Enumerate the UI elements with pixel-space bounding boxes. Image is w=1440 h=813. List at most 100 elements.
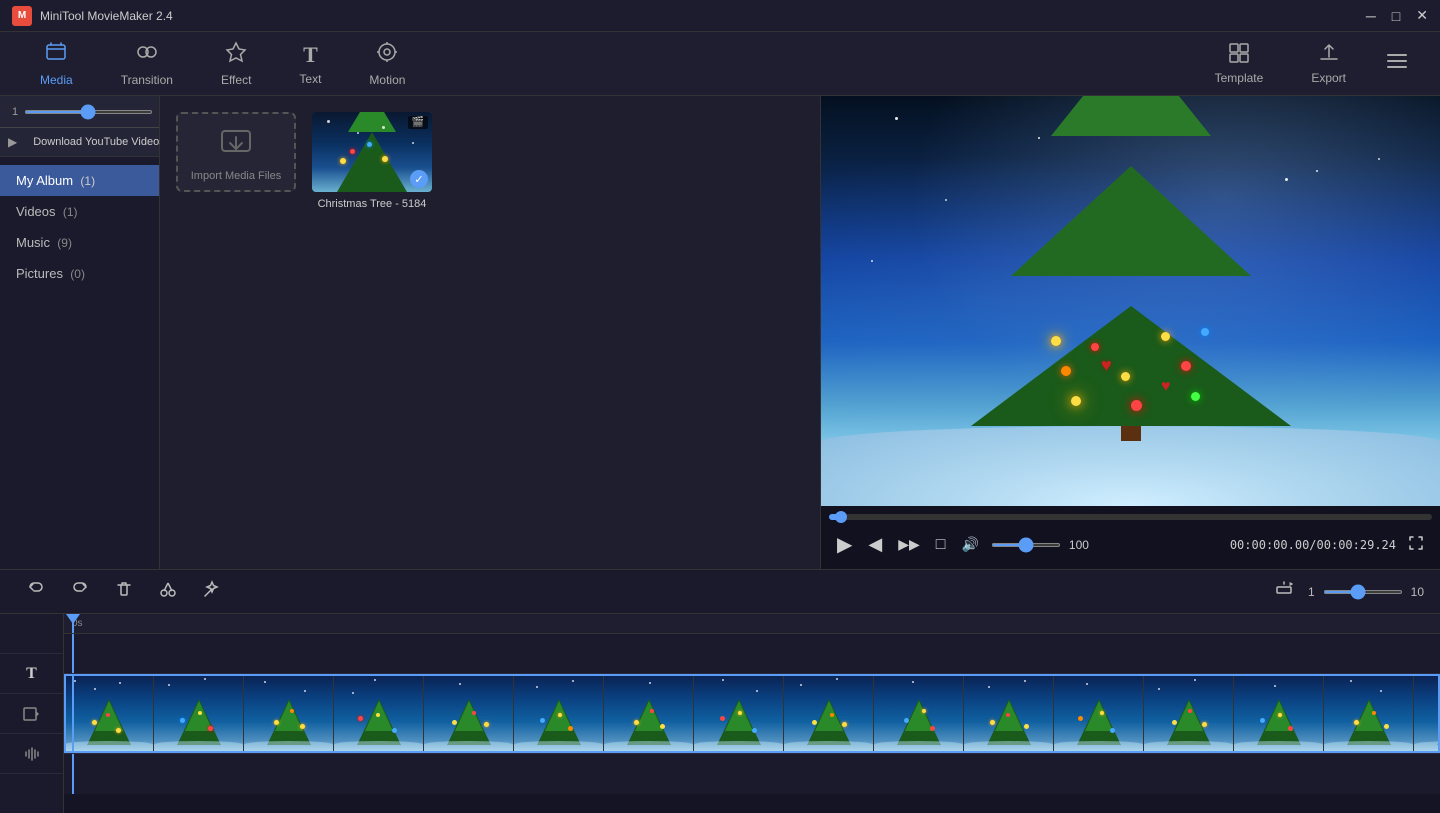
import-media-button[interactable]: Import Media Files <box>176 112 296 192</box>
pictures-label: Pictures <box>16 266 63 281</box>
playhead-video <box>72 674 74 753</box>
video-frame-7 <box>604 674 694 753</box>
toolbar-item-media[interactable]: Media <box>16 33 97 95</box>
hamburger-menu-button[interactable] <box>1370 45 1424 82</box>
delete-button[interactable] <box>104 573 144 610</box>
video-frame-2 <box>154 674 244 753</box>
app-logo: M <box>12 6 32 26</box>
step-forward-button[interactable]: ▶▶ <box>894 532 924 557</box>
zoom-min: 1 <box>1308 585 1315 599</box>
music-count: (9) <box>54 236 72 250</box>
ruler-label <box>0 614 63 654</box>
toolbar-item-export[interactable]: Export <box>1287 34 1370 93</box>
youtube-icon: ▶ <box>8 135 17 149</box>
video-frame-15 <box>1324 674 1414 753</box>
video-frame-6 <box>514 674 604 753</box>
toolbar-item-motion[interactable]: Motion <box>345 33 429 95</box>
sidebar-item-my-album[interactable]: My Album (1) <box>0 165 159 196</box>
progress-handle[interactable] <box>835 511 847 523</box>
undo-button[interactable] <box>16 573 56 610</box>
my-album-label: My Album <box>16 173 73 188</box>
video-frame-16 <box>1414 674 1440 753</box>
title-bar: M MiniTool MovieMaker 2.4 ─ □ ✕ <box>0 0 1440 32</box>
time-display: 00:00:00.00/00:00:29.24 <box>1230 538 1396 552</box>
effect-icon <box>225 41 247 69</box>
video-frame-12 <box>1054 674 1144 753</box>
cut-button[interactable] <box>148 573 188 610</box>
media-label: Media <box>40 73 73 87</box>
video-frame-14 <box>1234 674 1324 753</box>
main-content: 1 100 ▶ Download YouTube Videos My Album… <box>0 96 1440 569</box>
text-icon: T <box>303 42 318 68</box>
add-track-button[interactable] <box>1264 574 1304 609</box>
fullscreen-button[interactable] <box>1404 531 1428 558</box>
preview-panel: ★ ♥ ♥ <box>820 96 1440 569</box>
media-files-area: Import Media Files <box>160 96 820 569</box>
toolbar-item-template[interactable]: Template <box>1191 34 1288 93</box>
volume-button[interactable]: 🔊 <box>957 532 982 557</box>
videos-label: Videos <box>16 204 56 219</box>
volume-slider[interactable] <box>991 543 1061 547</box>
timeline-ruler: 0s <box>64 614 1440 634</box>
timeline-body: T 0s <box>0 614 1440 813</box>
video-frame-13 <box>1144 674 1234 753</box>
template-label: Template <box>1215 71 1264 85</box>
video-frame-1 <box>64 674 154 753</box>
import-icon <box>218 123 254 166</box>
thumbnail-name: Christmas Tree - 5184 <box>318 198 427 210</box>
toolbar-item-text[interactable]: T Text <box>275 34 345 94</box>
media-thumbnail-christmas-tree[interactable]: 🎬 ✓ Christmas Tree - 5184 <box>312 112 432 210</box>
video-frame-10 <box>874 674 964 753</box>
transition-icon <box>136 41 158 69</box>
track-labels: T <box>0 614 64 813</box>
progress-track[interactable] <box>829 514 1432 520</box>
preview-progress-bar[interactable] <box>821 506 1440 520</box>
sidebar-item-videos[interactable]: Videos (1) <box>0 196 159 227</box>
video-badge: 🎬 <box>408 116 428 129</box>
text-track <box>64 634 1440 674</box>
volume-value: 100 <box>1069 538 1097 552</box>
template-icon <box>1228 42 1250 67</box>
text-track-label: T <box>0 654 63 694</box>
video-frame-4 <box>334 674 424 753</box>
transition-label: Transition <box>121 73 173 87</box>
preview-video: ★ ♥ ♥ <box>821 96 1440 506</box>
zoom-min-label: 1 <box>12 106 18 118</box>
step-back-button[interactable]: ◀ <box>864 530 886 559</box>
toolbar-item-transition[interactable]: Transition <box>97 33 197 95</box>
my-album-count: (1) <box>77 174 95 188</box>
download-bar: ▶ Download YouTube Videos <box>0 128 159 157</box>
toolbar-item-effect[interactable]: Effect <box>197 33 275 95</box>
app-title: MiniTool MovieMaker 2.4 <box>40 9 173 23</box>
redo-button[interactable] <box>60 573 100 610</box>
sidebar-nav: My Album (1) Videos (1) Music (9) Pictur… <box>0 157 159 297</box>
selected-check: ✓ <box>410 170 428 188</box>
maximize-button[interactable]: □ <box>1392 7 1400 24</box>
magic-button[interactable] <box>192 573 232 610</box>
close-button[interactable]: ✕ <box>1416 7 1428 24</box>
export-icon <box>1318 42 1340 67</box>
download-youtube-button[interactable]: Download YouTube Videos <box>23 132 175 152</box>
motion-label: Motion <box>369 73 405 87</box>
video-frame-9 <box>784 674 874 753</box>
export-label: Export <box>1311 71 1346 85</box>
sidebar-item-pictures[interactable]: Pictures (0) <box>0 258 159 289</box>
video-frame-11 <box>964 674 1054 753</box>
play-button[interactable]: ▶ <box>833 528 856 561</box>
stop-button[interactable]: □ <box>932 532 950 558</box>
preview-image: ★ ♥ ♥ <box>821 96 1440 506</box>
zoom-slider[interactable] <box>24 110 153 114</box>
audio-track <box>64 754 1440 794</box>
video-track-label <box>0 694 63 734</box>
sidebar-item-music[interactable]: Music (9) <box>0 227 159 258</box>
title-bar-left: M MiniTool MovieMaker 2.4 <box>12 6 173 26</box>
minimize-button[interactable]: ─ <box>1366 7 1376 24</box>
zoom-slider-timeline[interactable] <box>1323 590 1403 594</box>
zoom-section: 1 10 <box>1308 585 1424 599</box>
timeline-section: 1 10 T <box>0 569 1440 813</box>
playhead[interactable] <box>72 614 74 633</box>
video-frame-5 <box>424 674 514 753</box>
zoom-slider-container: 1 100 <box>12 106 183 118</box>
video-track[interactable] <box>64 674 1440 754</box>
title-bar-controls: ─ □ ✕ <box>1366 7 1428 24</box>
